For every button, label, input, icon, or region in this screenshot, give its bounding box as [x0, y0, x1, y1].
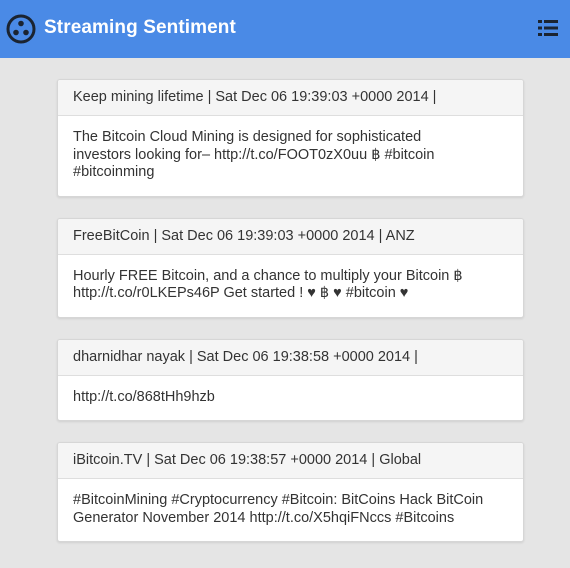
tweet-header: FreeBitCoin | Sat Dec 06 19:39:03 +0000 …: [58, 218, 523, 255]
tweet-text: http://t.co/868tHh9hzb: [73, 388, 215, 405]
tweet-feed: Keep mining lifetime | Sat Dec 06 19:39:…: [57, 79, 524, 563]
tweet-text: The Bitcoin Cloud Mining is designed for…: [73, 129, 435, 180]
triple-dot-circle-icon: [6, 14, 36, 44]
app-title: Streaming Sentiment: [44, 17, 236, 38]
tweet-card: iBitcoin.TV | Sat Dec 06 19:38:57 +0000 …: [57, 442, 524, 542]
tweet-card: Keep mining lifetime | Sat Dec 06 19:39:…: [57, 79, 524, 197]
list-menu-icon[interactable]: [538, 19, 558, 37]
tweet-text: Hourly FREE Bitcoin, and a chance to mul…: [73, 267, 463, 302]
tweet-header: iBitcoin.TV | Sat Dec 06 19:38:57 +0000 …: [58, 443, 523, 479]
tweet-header: dharnidhar nayak | Sat Dec 06 19:38:58 +…: [58, 339, 523, 376]
tweet-header: Keep mining lifetime | Sat Dec 06 19:39:…: [58, 80, 523, 116]
tweet-card: FreeBitCoin | Sat Dec 06 19:39:03 +0000 …: [57, 217, 524, 318]
app-bar: Streaming Sentiment: [0, 0, 570, 58]
tweet-text: #BitcoinMining #Cryptocurrency #Bitcoin:…: [73, 492, 484, 526]
tweet-card: dharnidhar nayak | Sat Dec 06 19:38:58 +…: [57, 338, 524, 421]
